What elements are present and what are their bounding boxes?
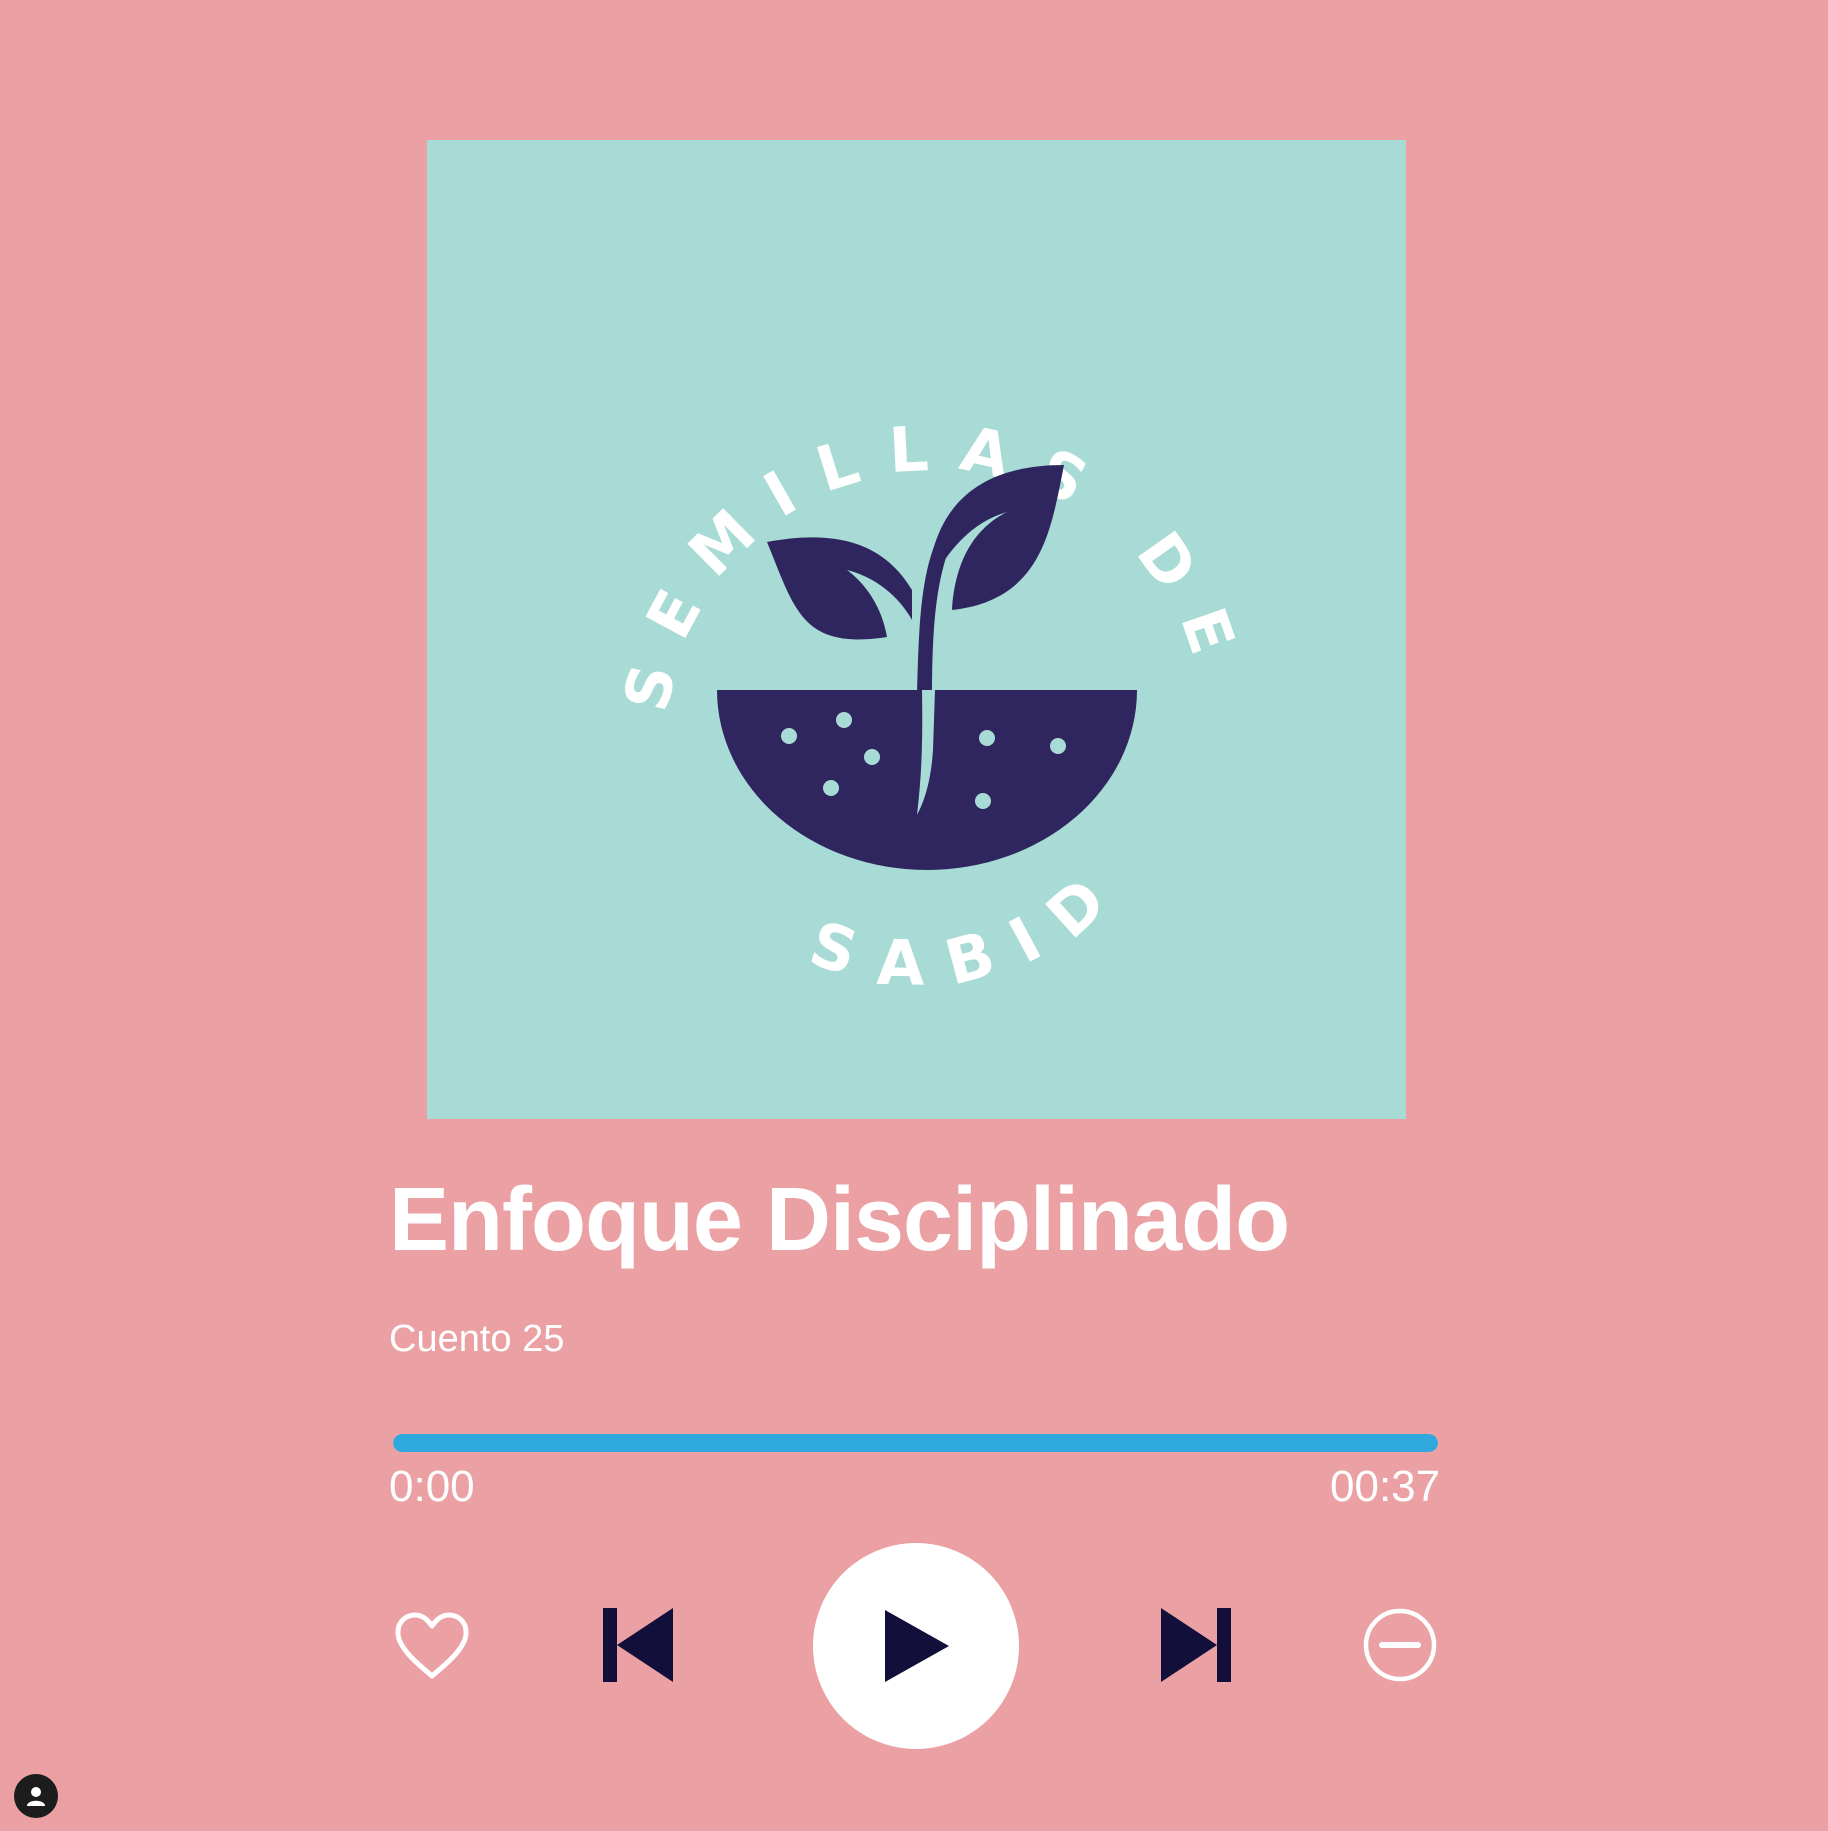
semillas-de-sabiduria-logo: SEMILLAS DE SABIDURIA xyxy=(427,140,1230,1000)
track-subtitle: Cuento 25 xyxy=(389,1318,565,1360)
remove-button[interactable] xyxy=(1362,1607,1438,1683)
current-time: 0:00 xyxy=(389,1462,475,1511)
progress-bar[interactable] xyxy=(393,1434,1438,1452)
track-title: Enfoque Disciplinado xyxy=(389,1170,1290,1270)
skip-next-icon xyxy=(1161,1608,1231,1682)
minus-circle-icon xyxy=(1363,1608,1437,1682)
music-player: SEMILLAS DE SABIDURIA Enfoque Disc xyxy=(0,0,1828,1831)
next-button[interactable] xyxy=(1158,1605,1234,1685)
user-icon xyxy=(27,1787,45,1806)
profile-button[interactable] xyxy=(14,1774,58,1818)
play-icon xyxy=(885,1610,949,1682)
play-button[interactable] xyxy=(813,1543,1019,1749)
like-button[interactable] xyxy=(393,1610,471,1682)
heart-outline-icon xyxy=(395,1612,469,1679)
skip-previous-icon xyxy=(603,1608,673,1682)
album-cover: SEMILLAS DE SABIDURIA xyxy=(427,140,1406,1119)
progress-fill xyxy=(393,1434,1438,1452)
previous-button[interactable] xyxy=(600,1605,676,1685)
total-time: 00:37 xyxy=(1330,1462,1441,1511)
